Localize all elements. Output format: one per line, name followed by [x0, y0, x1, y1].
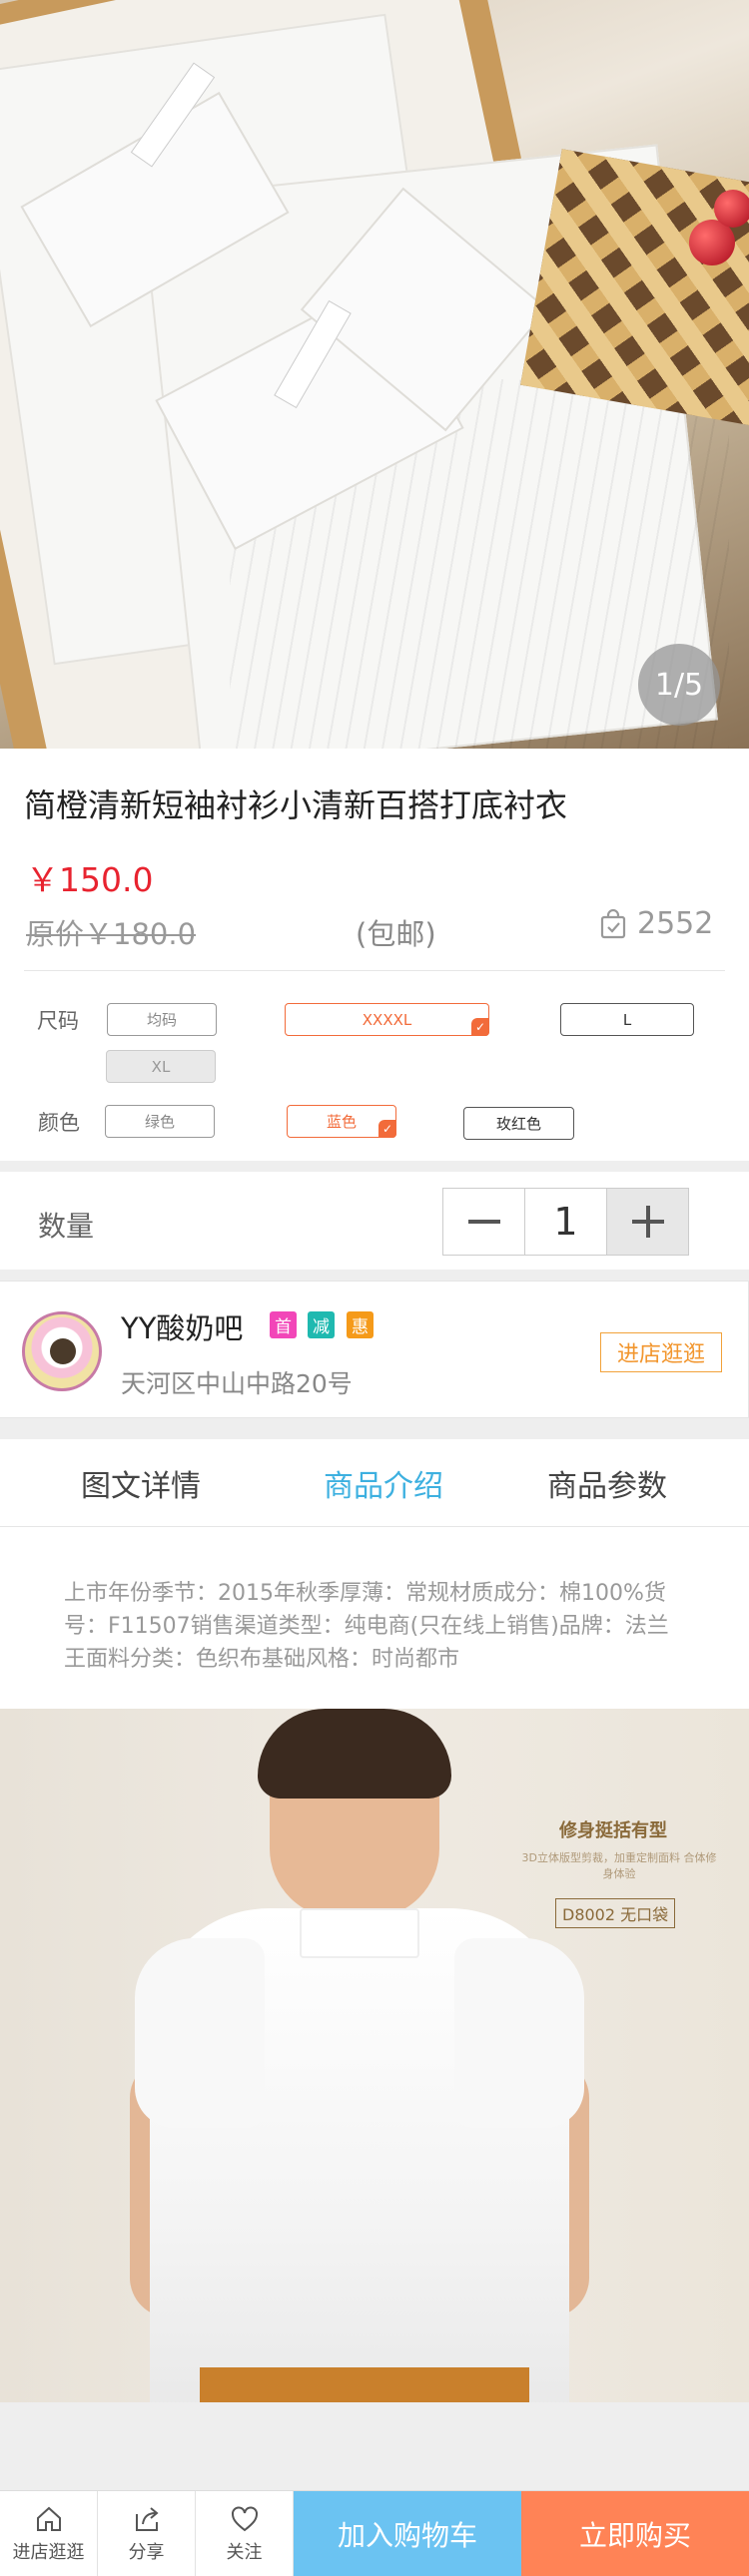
quantity-label: 数量: [38, 1210, 95, 1243]
color-option-selected[interactable]: 蓝色 ✓: [287, 1105, 396, 1138]
checkmark-icon: ✓: [471, 1018, 489, 1036]
section-gap: [0, 1418, 749, 1439]
ad-subtitle: 3D立体版型剪裁，加重定制面料 合体修身体验: [521, 1851, 717, 1880]
color-option[interactable]: 绿色: [105, 1105, 215, 1138]
product-price: ￥150.0: [26, 860, 154, 899]
minus-icon: [467, 1220, 500, 1224]
share-button[interactable]: 分享: [98, 2491, 196, 2576]
sleeve: [135, 1938, 265, 2128]
belt: [200, 2367, 529, 2402]
badge-discount: 减: [308, 1311, 335, 1338]
size-option[interactable]: 均码: [107, 1003, 217, 1036]
shop-name[interactable]: YY酸奶吧: [121, 1305, 243, 1347]
follow-button[interactable]: 关注: [196, 2491, 294, 2576]
color-option-label: 蓝色: [326, 1113, 357, 1131]
hair: [258, 1709, 451, 1799]
original-price: 原价￥180.0: [26, 917, 197, 951]
shipping-note: (包邮): [356, 917, 436, 951]
product-description: 上市年份季节：2015年秋季厚薄：常规材质成分：棉100%货号：F11507销售…: [64, 1581, 669, 1672]
increase-button[interactable]: [606, 1189, 688, 1255]
heart-icon: [231, 2506, 258, 2531]
product-title: 简橙清新短袖衬衫小清新百搭打底衬衣: [24, 786, 568, 824]
share-icon: [135, 2506, 159, 2531]
badge-offer: 惠: [347, 1311, 374, 1338]
shop-logo: [22, 1311, 102, 1391]
add-to-cart-button[interactable]: 加入购物车: [294, 2491, 521, 2576]
ad-code: D8002 无口袋: [555, 1898, 676, 1928]
tab-params[interactable]: 商品参数: [547, 1461, 667, 1505]
buy-now-button[interactable]: 立即购买: [521, 2491, 749, 2576]
color-label: 颜色: [38, 1111, 80, 1135]
cherry-decor: [714, 190, 749, 228]
store-button[interactable]: 进店逛逛: [0, 2491, 98, 2576]
shop-address: 天河区中山中路20号: [121, 1369, 353, 1398]
shirt-collar: [300, 1908, 419, 1958]
product-image-gallery[interactable]: 1/5: [0, 0, 749, 749]
sales-count-value: 2552: [637, 906, 714, 941]
badge-first: 首: [270, 1311, 297, 1338]
size-option-selected[interactable]: XXXXL ✓: [285, 1003, 489, 1036]
quantity-value[interactable]: 1: [525, 1189, 606, 1255]
bottom-action-bar: 进店逛逛 分享 关注 加入购物车 立即购买: [0, 2490, 749, 2576]
size-label: 尺码: [37, 1009, 79, 1033]
color-option[interactable]: 玫红色: [463, 1107, 574, 1140]
divider: [24, 970, 725, 971]
share-label: 分享: [128, 2541, 165, 2563]
bottom-spacer: [0, 2402, 749, 2490]
size-option-label: XXXXL: [362, 1010, 412, 1029]
ad-title: 修身挺括有型: [559, 1820, 667, 1841]
product-detail-image: 修身挺括有型 3D立体版型剪裁，加重定制面料 合体修身体验 D8002 无口袋: [0, 1709, 749, 2402]
home-icon: [36, 2506, 61, 2531]
gallery-counter: 1/5: [638, 644, 720, 726]
section-gap: [0, 1270, 749, 1281]
tab-intro[interactable]: 商品介绍: [324, 1461, 443, 1505]
store-label: 进店逛逛: [12, 2541, 85, 2563]
cow-icon: [50, 1338, 76, 1364]
decrease-button[interactable]: [443, 1189, 525, 1255]
checkmark-icon: ✓: [378, 1120, 396, 1138]
enter-shop-button[interactable]: 进店逛逛: [600, 1332, 722, 1372]
divider: [0, 1526, 749, 1527]
follow-label: 关注: [226, 2541, 263, 2563]
size-option[interactable]: L: [560, 1003, 694, 1036]
quantity-stepper: 1: [442, 1188, 689, 1256]
section-gap: [0, 1161, 749, 1172]
lattice-decor: [520, 149, 749, 430]
plus-icon: [631, 1206, 664, 1238]
sales-count: 2552: [599, 906, 713, 941]
size-option-disabled[interactable]: XL: [106, 1050, 216, 1083]
sleeve: [454, 1938, 584, 2128]
shopping-bag-icon: [600, 908, 626, 938]
tab-detail[interactable]: 图文详情: [81, 1461, 201, 1505]
